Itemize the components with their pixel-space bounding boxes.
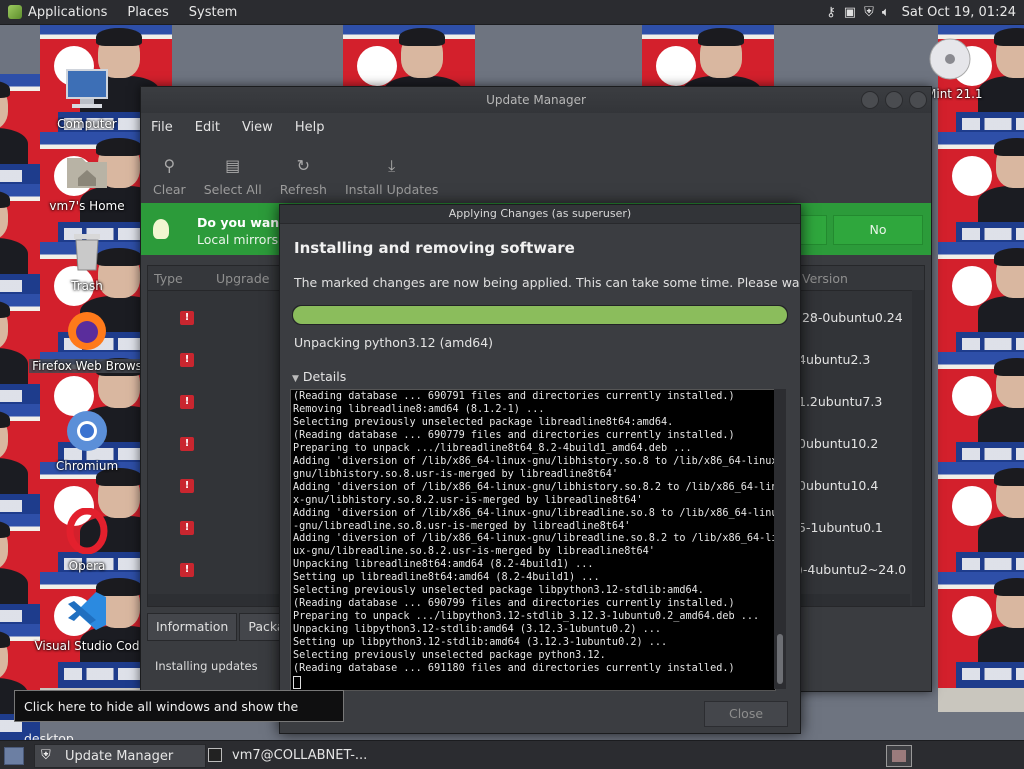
desktop-icon-firefox[interactable]: Firefox Web Brows xyxy=(22,308,152,376)
terminal-text: (Reading database ... 690791 files and d… xyxy=(291,390,775,690)
applying-changes-dialog: Applying Changes (as superuser) Installi… xyxy=(279,204,801,734)
dialog-title[interactable]: Applying Changes (as superuser) xyxy=(280,205,800,224)
mint-menu-icon[interactable] xyxy=(8,5,22,19)
menu-help[interactable]: Help xyxy=(295,120,325,135)
menu-view[interactable]: View xyxy=(242,120,273,135)
terminal-output[interactable]: (Reading database ... 690791 files and d… xyxy=(290,389,776,691)
install-updates-button[interactable]: ⤓ Install Updates xyxy=(345,156,438,197)
minimize-button[interactable] xyxy=(861,91,879,109)
security-update-icon: ! xyxy=(180,437,194,451)
opera-icon xyxy=(66,507,108,555)
banner-no-button[interactable]: No xyxy=(833,215,923,245)
shield-icon: ⛨ xyxy=(41,748,51,763)
status-text: Installing updates xyxy=(155,659,258,673)
window-title: Update Manager xyxy=(486,93,586,107)
terminal-cursor xyxy=(293,675,301,689)
row-version: )-4ubuntu2~24.0 xyxy=(798,562,907,577)
security-update-icon: ! xyxy=(180,479,194,493)
security-update-icon: ! xyxy=(180,311,194,325)
maximize-button[interactable] xyxy=(885,91,903,109)
disc-icon xyxy=(929,38,971,80)
document-icon: ▤ xyxy=(225,156,241,175)
details-expander[interactable]: ▼ Details xyxy=(292,369,346,384)
desktop-icon-trash[interactable]: Trash xyxy=(22,228,152,293)
volume-icon[interactable]: 🔈︎ xyxy=(882,5,890,20)
menu-places[interactable]: Places xyxy=(127,5,168,20)
progress-fill xyxy=(293,306,787,324)
shield-icon[interactable]: ⛨ xyxy=(864,5,874,20)
desktop-icon-vscode[interactable]: Visual Studio Cod xyxy=(22,588,152,653)
broom-icon: ⚲ xyxy=(163,156,176,175)
key-icon[interactable]: ⚷ xyxy=(826,5,836,20)
vertical-scrollbar[interactable] xyxy=(912,290,924,606)
clear-button[interactable]: ⚲ Clear xyxy=(153,156,186,197)
desktop-icon-opera[interactable]: Opera xyxy=(22,507,152,573)
trash-icon xyxy=(74,234,100,271)
menubar: File Edit View Help xyxy=(141,113,931,141)
top-panel: Applications Places System ⚷ ▣ ⛨ 🔈︎ Sat … xyxy=(0,0,1024,25)
column-upgrade[interactable]: Upgrade xyxy=(216,271,269,286)
show-desktop-icon[interactable] xyxy=(4,747,24,765)
refresh-icon: ↻ xyxy=(296,156,311,175)
close-button[interactable]: Close xyxy=(704,701,788,727)
computer-icon xyxy=(66,69,108,108)
system-tray: ⚷ ▣ ⛨ 🔈︎ Sat Oct 19, 01:24 xyxy=(826,0,1016,24)
chromium-icon xyxy=(67,411,107,451)
scrollbar-thumb[interactable] xyxy=(777,634,783,684)
column-version[interactable]: Version xyxy=(802,271,848,286)
desktop-icon-chromium[interactable]: Chromium xyxy=(22,408,152,473)
details-label: Details xyxy=(302,369,347,384)
menu-edit[interactable]: Edit xyxy=(195,120,220,135)
show-desktop-tooltip: Click here to hide all windows and show … xyxy=(14,690,344,746)
download-icon: ⤓ xyxy=(388,156,396,175)
row-version: 0ubuntu10.2 xyxy=(798,436,879,451)
banner-subtitle: Local mirrors xyxy=(197,232,279,247)
menu-applications[interactable]: Applications xyxy=(28,5,107,20)
close-window-button[interactable] xyxy=(909,91,927,109)
security-update-icon: ! xyxy=(180,395,194,409)
clock[interactable]: Sat Oct 19, 01:24 xyxy=(902,5,1016,20)
select-all-button[interactable]: ▤ Select All xyxy=(204,156,262,197)
lightbulb-icon xyxy=(153,219,169,239)
info-tabs: Information Packa xyxy=(147,613,296,641)
terminal-icon xyxy=(208,748,222,762)
menu-system[interactable]: System xyxy=(189,5,237,20)
menu-file[interactable]: File xyxy=(151,120,173,135)
security-update-icon: ! xyxy=(180,353,194,367)
firefox-icon xyxy=(68,312,106,350)
banner-title: Do you want xyxy=(197,215,286,230)
tab-information[interactable]: Information xyxy=(147,613,238,641)
toolbar: ⚲ Clear ▤ Select All ↻ Refresh ⤓ Install… xyxy=(141,141,931,201)
workspace-switcher[interactable] xyxy=(886,745,912,767)
security-update-icon: ! xyxy=(180,521,194,535)
bottom-panel: ⛨ Update Manager vm7@COLLABNET-... xyxy=(0,740,1024,769)
dialog-heading: Installing and removing software xyxy=(294,239,575,257)
home-folder-icon xyxy=(67,158,107,188)
row-version: 4ubuntu2.3 xyxy=(798,352,871,367)
security-update-icon: ! xyxy=(180,563,194,577)
network-icon[interactable]: ▣ xyxy=(844,5,856,20)
row-version: 1.2ubuntu7.3 xyxy=(798,394,883,409)
column-type[interactable]: Type xyxy=(154,271,183,286)
vscode-icon xyxy=(68,592,106,630)
wallpaper-tile xyxy=(938,572,1024,712)
window-titlebar[interactable]: Update Manager xyxy=(141,87,931,113)
desktop-icon-computer[interactable]: Computer xyxy=(22,66,152,131)
progress-bar xyxy=(292,305,788,325)
row-version: 5-1ubuntu0.1 xyxy=(798,520,883,535)
task-terminal[interactable]: vm7@COLLABNET-... xyxy=(202,744,398,766)
refresh-button[interactable]: ↻ Refresh xyxy=(280,156,327,197)
dialog-description: The marked changes are now being applied… xyxy=(294,275,801,290)
current-action: Unpacking python3.12 (amd64) xyxy=(294,335,494,350)
row-version: 0ubuntu10.4 xyxy=(798,478,879,493)
terminal-scrollbar[interactable] xyxy=(774,389,786,689)
chevron-down-icon: ▼ xyxy=(292,374,299,384)
desktop-icon-home[interactable]: vm7's Home xyxy=(22,148,152,213)
task-update-manager[interactable]: ⛨ Update Manager xyxy=(34,744,206,768)
row-version: .28-0ubuntu0.24 xyxy=(798,310,903,325)
